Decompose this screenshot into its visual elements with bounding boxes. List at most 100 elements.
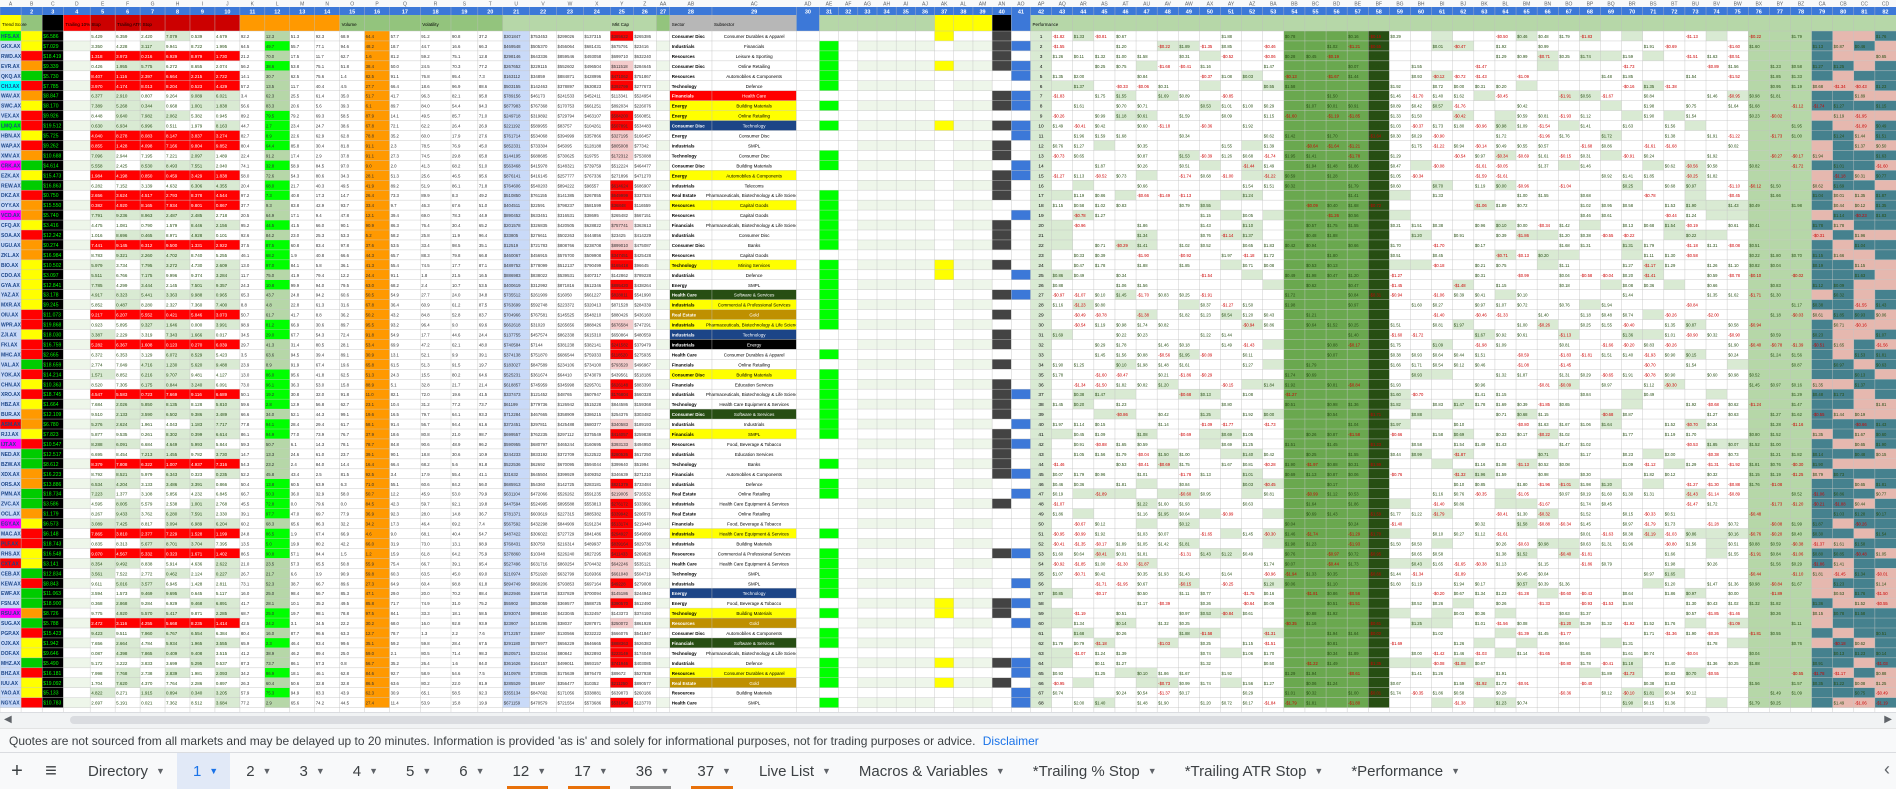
performance-cell: [1516, 60, 1538, 71]
performance-value: -$0.94: [1243, 323, 1256, 328]
column-letter: AP: [1038, 2, 1045, 8]
column-letter: R: [434, 2, 438, 8]
performance-value: $1.70: [1390, 243, 1401, 248]
performance-cell: [1832, 50, 1854, 61]
data-value: 86.3: [391, 223, 400, 228]
performance-cell: [1790, 369, 1812, 380]
spreadsheet-grid[interactable]: A B C D E F G H I J K L M N O P Q R S T U V W X Y Z AA AB AC AD AE AF AG…: [0, 0, 1896, 712]
data-value: 73.3: [391, 193, 400, 198]
stop-value: 2.133: [116, 412, 128, 417]
data-value: 13.5: [266, 84, 275, 89]
column-label: Trailing 10% Stop: [65, 22, 101, 27]
data-value: $789156: [504, 94, 521, 99]
data-value: 1.9: [291, 253, 298, 258]
stop-value: 4.920: [116, 203, 128, 208]
percent-cell: [838, 140, 858, 151]
performance-value: $1.02: [1580, 203, 1591, 208]
performance-value: -$0.81: [1538, 382, 1551, 387]
performance-value: -$1.13: [1559, 333, 1572, 338]
performance-value: $1.60: [1390, 392, 1401, 397]
performance-cell: [1199, 190, 1221, 201]
performance-cell: [1220, 200, 1242, 211]
performance-cell: [1051, 130, 1073, 141]
performance-cell: [1326, 299, 1348, 310]
performance-cell: [1220, 220, 1242, 230]
column-letter: CA: [1819, 2, 1827, 8]
performance-value: -$1.71: [1749, 293, 1762, 298]
performance-value: -$1.91: [1200, 293, 1213, 298]
performance-value: $0.25: [1348, 323, 1359, 328]
data-value: 17.9: [452, 134, 461, 139]
data-value: $183027: [504, 362, 521, 367]
performance-cell: [1811, 160, 1833, 171]
performance-value: -$0.40: [1623, 323, 1636, 328]
percent-cell: [838, 249, 858, 260]
data-value: 9.0: [366, 163, 373, 168]
performance-value: $1.75: [1327, 223, 1338, 228]
subsector-text: SMPL: [748, 143, 761, 148]
sector-text: Technology: [672, 84, 697, 89]
performance-value: $0.41: [1749, 223, 1760, 228]
performance-cell: [1516, 259, 1538, 270]
data-value: 5.2: [366, 233, 373, 238]
stop-value: 6.372: [91, 352, 103, 357]
data-value: 31.2: [421, 402, 430, 407]
performance-value: $0.64: [1306, 323, 1317, 328]
performance-cell: [1347, 389, 1369, 400]
data-value: 72.4: [341, 333, 350, 338]
performance-value: -$0.97: [1053, 293, 1066, 298]
performance-value: $1.51: [1264, 183, 1275, 188]
performance-cell: [1262, 31, 1284, 41]
performance-cell: [1621, 40, 1643, 51]
data-value: $34859: [531, 74, 546, 79]
row-index-text: 28: [1038, 303, 1044, 309]
performance-value: $1.85: [1179, 263, 1190, 268]
performance-cell: [1684, 379, 1707, 390]
performance-value: $1.50: [1770, 183, 1781, 188]
performance-value: $0.22: [1686, 233, 1697, 238]
performance-cell: [1199, 130, 1221, 141]
stop-value: 0.539: [191, 34, 203, 39]
performance-cell: [1368, 339, 1390, 350]
data-value: $525231: [504, 372, 521, 377]
performance-cell: [1178, 180, 1200, 191]
data-value: $650864: [611, 333, 628, 338]
performance-value: $1.37: [1538, 163, 1549, 168]
percent-cell: [819, 100, 839, 111]
performance-cell: [1452, 249, 1474, 260]
percent-cell: [796, 299, 820, 310]
stop-value: 8.493: [166, 163, 178, 168]
performance-cell: [1727, 359, 1749, 370]
stop-value: 0.465: [141, 233, 153, 238]
data-value: $46173: [531, 94, 546, 99]
performance-value: -$1.60: [1285, 114, 1298, 119]
performance-value: $1.97: [1454, 323, 1465, 328]
grid-canvas[interactable]: A B C D E F G H I J K L M N O P Q R S T U V W X Y Z AA AB AC AD AE AF AG…: [0, 0, 1896, 712]
performance-cell: [1051, 379, 1073, 390]
header-cell: [189, 15, 215, 31]
performance-cell: [1727, 110, 1749, 121]
performance-cell: [1304, 399, 1327, 410]
column-number: 16: [374, 9, 380, 15]
ticker-text: SOA.AX: [1, 233, 21, 239]
trend-score-cell: [21, 379, 43, 390]
performance-cell: [1790, 50, 1812, 61]
performance-value: $1.98: [1306, 273, 1317, 278]
percent-cell: [796, 259, 820, 270]
performance-cell: [1473, 249, 1495, 260]
performance-value: $0.88: [1053, 283, 1064, 288]
performance-cell: [1241, 170, 1263, 181]
column-letter: BI: [1440, 2, 1445, 8]
performance-value: $1.54: [1243, 183, 1254, 188]
performance-cell: [1157, 31, 1179, 41]
data-value: 69.3: [316, 114, 325, 119]
performance-value: -$1.54: [1538, 124, 1551, 129]
data-value: 88.9: [366, 382, 375, 387]
performance-cell: [1326, 369, 1348, 380]
stop-value: 2.397: [141, 74, 153, 79]
stop-value: 0.668: [166, 104, 178, 109]
stop-value: 3.991: [216, 323, 228, 328]
column-letter: F: [126, 2, 129, 8]
column-number: 80: [1840, 9, 1846, 15]
performance-value: $1.68: [1116, 134, 1127, 139]
